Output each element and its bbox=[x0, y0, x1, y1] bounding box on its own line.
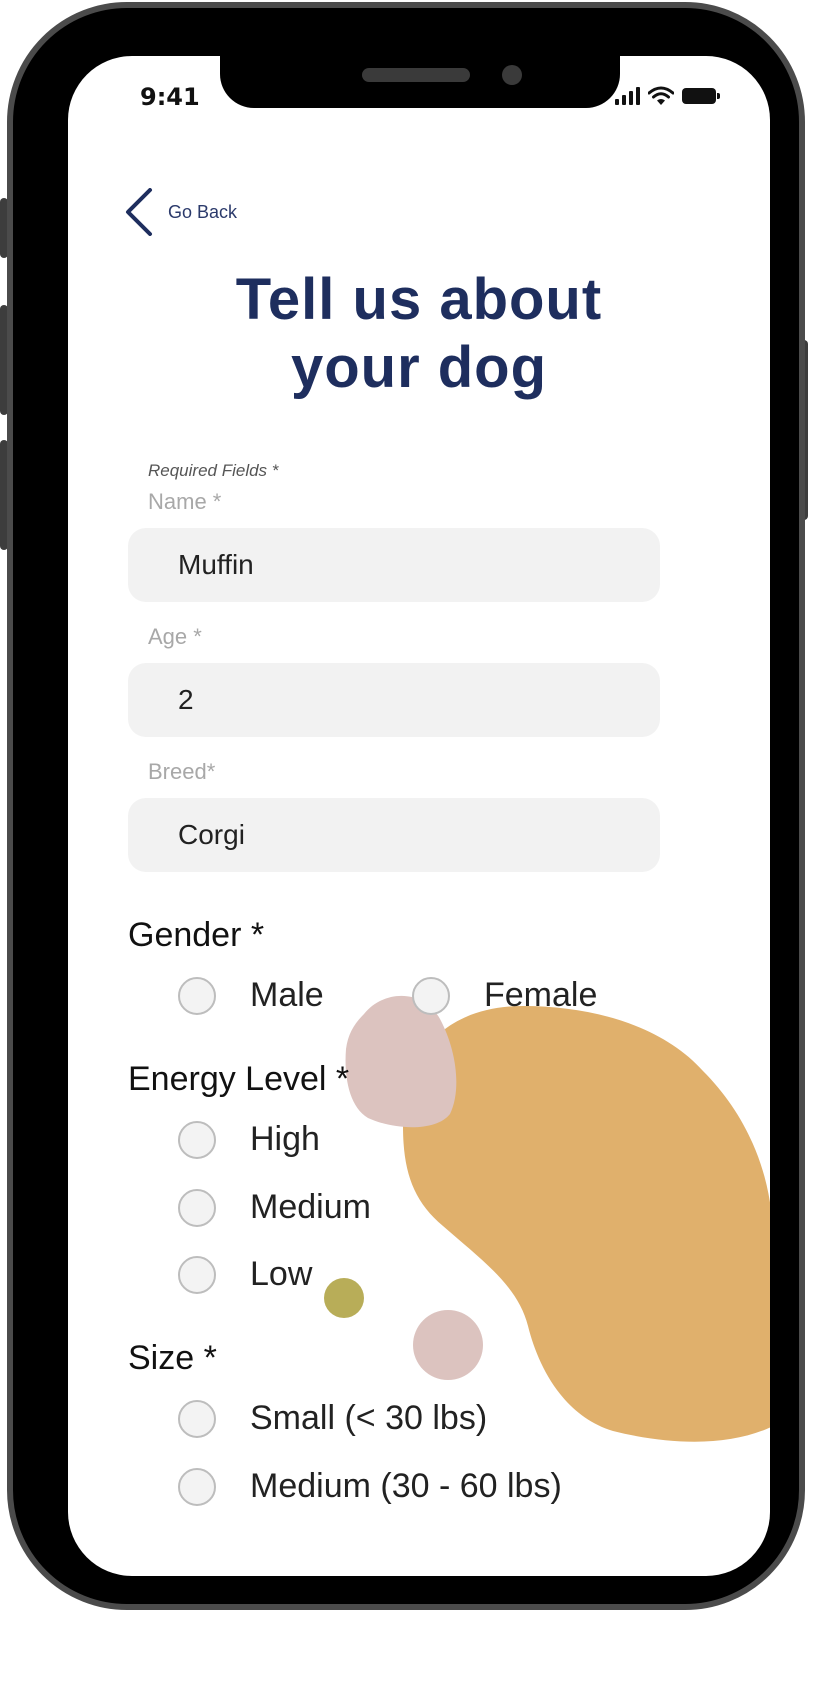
name-label: Name * bbox=[148, 489, 222, 514]
radio-label: High bbox=[250, 1120, 320, 1158]
energy-option-high[interactable]: High bbox=[178, 1120, 320, 1159]
go-back-button[interactable]: Go Back bbox=[124, 188, 237, 236]
notch bbox=[220, 56, 620, 108]
radio-button[interactable] bbox=[178, 1255, 216, 1294]
page-title: Tell us about your dog bbox=[68, 266, 770, 402]
radio-button[interactable] bbox=[178, 976, 216, 1015]
radio-button[interactable] bbox=[178, 1399, 216, 1438]
battery-icon bbox=[682, 88, 720, 104]
energy-level-section-title: Energy Level * bbox=[128, 1060, 350, 1098]
radio-label: Small (< 30 lbs) bbox=[250, 1399, 488, 1437]
radio-button[interactable] bbox=[178, 1120, 216, 1159]
chevron-left-icon bbox=[126, 188, 152, 236]
radio-button[interactable] bbox=[178, 1188, 216, 1227]
app-screen: 9:41 Go Back Tell us about your dog Requ… bbox=[68, 56, 770, 1576]
energy-option-low[interactable]: Low bbox=[178, 1255, 312, 1294]
radio-label: Medium (30 - 60 lbs) bbox=[250, 1467, 562, 1505]
age-input[interactable] bbox=[128, 663, 660, 737]
energy-option-medium[interactable]: Medium bbox=[178, 1188, 371, 1227]
pink-dot-decoration bbox=[413, 1310, 483, 1380]
signal-icon bbox=[615, 87, 640, 105]
go-back-label: Go Back bbox=[168, 201, 238, 222]
radio-button[interactable] bbox=[412, 976, 450, 1015]
gender-option-female[interactable]: Female bbox=[412, 976, 597, 1015]
size-option-medium[interactable]: Medium (30 - 60 lbs) bbox=[178, 1467, 562, 1506]
radio-label: Medium bbox=[250, 1188, 371, 1226]
radio-label: Male bbox=[250, 976, 324, 1014]
size-section-title: Size * bbox=[128, 1339, 217, 1377]
camera-icon bbox=[502, 65, 522, 85]
status-icons bbox=[615, 86, 720, 106]
age-label: Age * bbox=[148, 624, 202, 649]
status-time: 9:41 bbox=[140, 83, 200, 111]
radio-button[interactable] bbox=[178, 1467, 216, 1506]
olive-dot-decoration bbox=[324, 1278, 364, 1318]
breed-label: Breed* bbox=[148, 759, 216, 784]
gender-option-male[interactable]: Male bbox=[178, 976, 324, 1015]
phone-frame: 9:41 Go Back Tell us about your dog Requ… bbox=[7, 2, 805, 1610]
speaker-grille bbox=[362, 68, 470, 82]
radio-label: Female bbox=[484, 976, 598, 1014]
size-option-small[interactable]: Small (< 30 lbs) bbox=[178, 1399, 487, 1438]
breed-input[interactable] bbox=[128, 798, 660, 872]
required-fields-note: Required Fields * bbox=[148, 461, 279, 480]
page-title-line-2: your dog bbox=[290, 335, 548, 400]
name-input[interactable] bbox=[128, 528, 660, 602]
gender-section-title: Gender * bbox=[128, 916, 265, 954]
radio-label: Low bbox=[250, 1255, 313, 1293]
wifi-icon bbox=[648, 86, 674, 105]
page-title-line-1: Tell us about bbox=[235, 267, 603, 332]
